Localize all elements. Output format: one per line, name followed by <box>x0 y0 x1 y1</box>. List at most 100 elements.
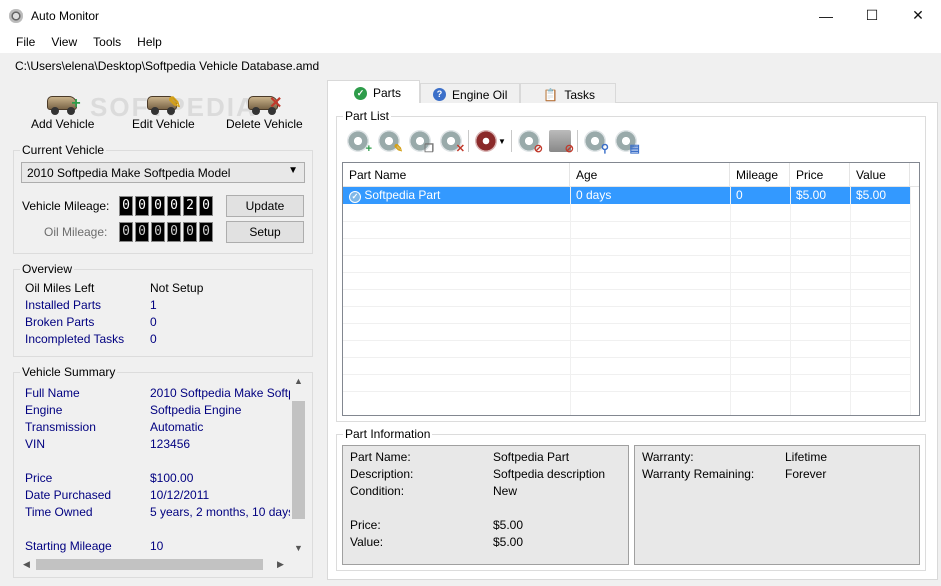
overview-value: 1 <box>150 298 157 312</box>
info-key: Description: <box>350 467 414 481</box>
info-value: New <box>493 484 518 498</box>
clipboard-icon: 📋 <box>543 87 559 102</box>
delete-vehicle-button[interactable]: ✕ Delete Vehicle <box>226 88 303 132</box>
broken-part-icon[interactable]: ⊘ <box>517 130 543 155</box>
scrollbar-thumb[interactable] <box>36 559 263 570</box>
scrollbar-thumb[interactable] <box>292 401 305 519</box>
parts-list-table[interactable]: Part Name Age Mileage Price Value ✓ Soft… <box>342 162 920 416</box>
tab-engine-oil-label: Engine Oil <box>452 87 508 102</box>
menu-view[interactable]: View <box>43 31 85 53</box>
copy-part-icon[interactable]: ❐ <box>409 130 434 155</box>
scroll-up-icon[interactable]: ▲ <box>294 376 303 386</box>
remove-part-icon[interactable]: ⊘ <box>548 130 574 155</box>
info-key: Value: <box>350 535 384 549</box>
delete-part-icon[interactable]: ✕ <box>440 130 465 155</box>
menu-tools[interactable]: Tools <box>85 31 129 53</box>
update-button[interactable]: Update <box>226 195 304 217</box>
menu-file[interactable]: File <box>0 31 43 53</box>
edit-part-icon[interactable]: ✎ <box>378 130 403 155</box>
menu-bar: File View Tools Help <box>0 31 941 53</box>
overview-key: Oil Miles Left <box>25 281 95 295</box>
edit-vehicle-label: Edit Vehicle <box>132 117 195 131</box>
overview-key: Incompleted Tasks <box>25 332 125 346</box>
info-key: Condition: <box>350 484 405 498</box>
grid-line <box>343 306 910 307</box>
oil-mileage-digit: 0 <box>199 222 213 242</box>
car-edit-icon: ✎ <box>145 88 181 116</box>
search-part-icon[interactable]: ⚲ <box>583 130 609 155</box>
scroll-left-icon[interactable]: ◀ <box>23 559 30 570</box>
vehicle-summary-title: Vehicle Summary <box>20 365 118 379</box>
vehicle-mileage-digit: 0 <box>151 196 165 216</box>
info-key: Price: <box>350 518 381 532</box>
summary-value: 123456 <box>150 437 191 451</box>
grid-line <box>343 255 910 256</box>
vehicle-select[interactable]: 2010 Softpedia Make Softpedia Model ▼ <box>21 162 305 183</box>
summary-value: Automatic <box>150 420 204 434</box>
maximize-button[interactable]: ☐ <box>849 0 895 31</box>
oil-mileage-digit: 0 <box>135 222 149 242</box>
tab-parts[interactable]: ✓ Parts <box>327 80 421 103</box>
part-name-cell: ✓ Softpedia Part <box>343 187 570 204</box>
view-part-icon[interactable]: ▤ <box>614 130 640 155</box>
vehicle-mileage-odometer: 0 0 0 0 2 0 <box>119 196 213 216</box>
setup-button[interactable]: Setup <box>226 221 304 243</box>
column-header-age[interactable]: Age <box>570 163 730 186</box>
car-add-icon: + <box>45 88 81 116</box>
delete-vehicle-label: Delete Vehicle <box>226 117 303 131</box>
car-part-icon[interactable] <box>475 130 497 152</box>
add-part-icon[interactable]: + <box>347 130 372 155</box>
menu-help[interactable]: Help <box>129 31 170 53</box>
minimize-button[interactable]: — <box>803 0 849 31</box>
part-name-text: Softpedia Part <box>364 188 441 202</box>
toolbar-separator <box>576 130 578 152</box>
toolbar-separator <box>510 130 512 152</box>
tab-strip: ✓ Parts ? Engine Oil 📋 Tasks <box>327 80 617 103</box>
oil-mileage-digit: 0 <box>151 222 165 242</box>
column-header-part-name[interactable]: Part Name <box>343 163 570 186</box>
summary-value: 2010 Softpedia Make Softp... <box>150 386 305 400</box>
value-cell: $5.00 <box>856 188 887 202</box>
summary-key: Full Name <box>25 386 80 400</box>
edit-vehicle-button[interactable]: ✎ Edit Vehicle <box>132 88 195 132</box>
dropdown-arrow-icon[interactable]: ▼ <box>498 137 506 146</box>
summary-key: Date Purchased <box>25 488 112 502</box>
info-value: Forever <box>785 467 827 481</box>
overview-value: Not Setup <box>150 281 204 295</box>
summary-horizontal-scrollbar[interactable]: ◀ ▶ <box>19 556 290 573</box>
grid-line <box>343 272 910 273</box>
overview-title: Overview <box>20 262 75 276</box>
info-value: $5.00 <box>493 535 524 549</box>
overview-value: 0 <box>150 332 157 346</box>
chevron-down-icon: ▼ <box>288 165 298 176</box>
grid-line <box>343 340 910 341</box>
column-header-mileage[interactable]: Mileage <box>730 163 790 186</box>
summary-key: Starting Mileage <box>25 539 112 553</box>
oil-mileage-digit: 0 <box>183 222 197 242</box>
oil-mileage-digit: 0 <box>167 222 181 242</box>
price-cell: $5.00 <box>796 188 827 202</box>
oil-mileage-digit: 0 <box>119 222 133 242</box>
scroll-right-icon[interactable]: ▶ <box>277 559 284 570</box>
grid-line <box>343 238 910 239</box>
summary-value: $100.00 <box>150 471 194 485</box>
car-delete-icon: ✕ <box>246 88 282 116</box>
scroll-down-icon[interactable]: ▼ <box>294 543 303 553</box>
summary-value: Softpedia Engine <box>150 403 242 417</box>
close-button[interactable]: ✕ <box>895 0 941 31</box>
table-row[interactable]: ✓ Softpedia Part 0 days 0 $5.00 $5.00 <box>343 187 910 204</box>
vehicle-mileage-digit: 0 <box>119 196 133 216</box>
summary-value: 5 years, 2 months, 10 days <box>150 505 295 519</box>
toolbar-separator <box>468 130 469 152</box>
info-icon: ? <box>433 88 447 101</box>
summary-key: Price <box>25 471 53 485</box>
check-circle-icon: ✓ <box>354 86 367 100</box>
column-header-value[interactable]: Value <box>850 163 910 186</box>
title-bar: Auto Monitor — ☐ ✕ <box>0 0 941 31</box>
tab-tasks[interactable]: 📋 Tasks <box>520 83 617 103</box>
summary-vertical-scrollbar[interactable]: ▲ ▼ <box>290 373 307 556</box>
column-header-price[interactable]: Price <box>790 163 850 186</box>
add-vehicle-button[interactable]: + Add Vehicle <box>31 88 94 132</box>
tab-engine-oil[interactable]: ? Engine Oil <box>420 83 521 103</box>
info-key: Warranty: <box>642 450 694 464</box>
